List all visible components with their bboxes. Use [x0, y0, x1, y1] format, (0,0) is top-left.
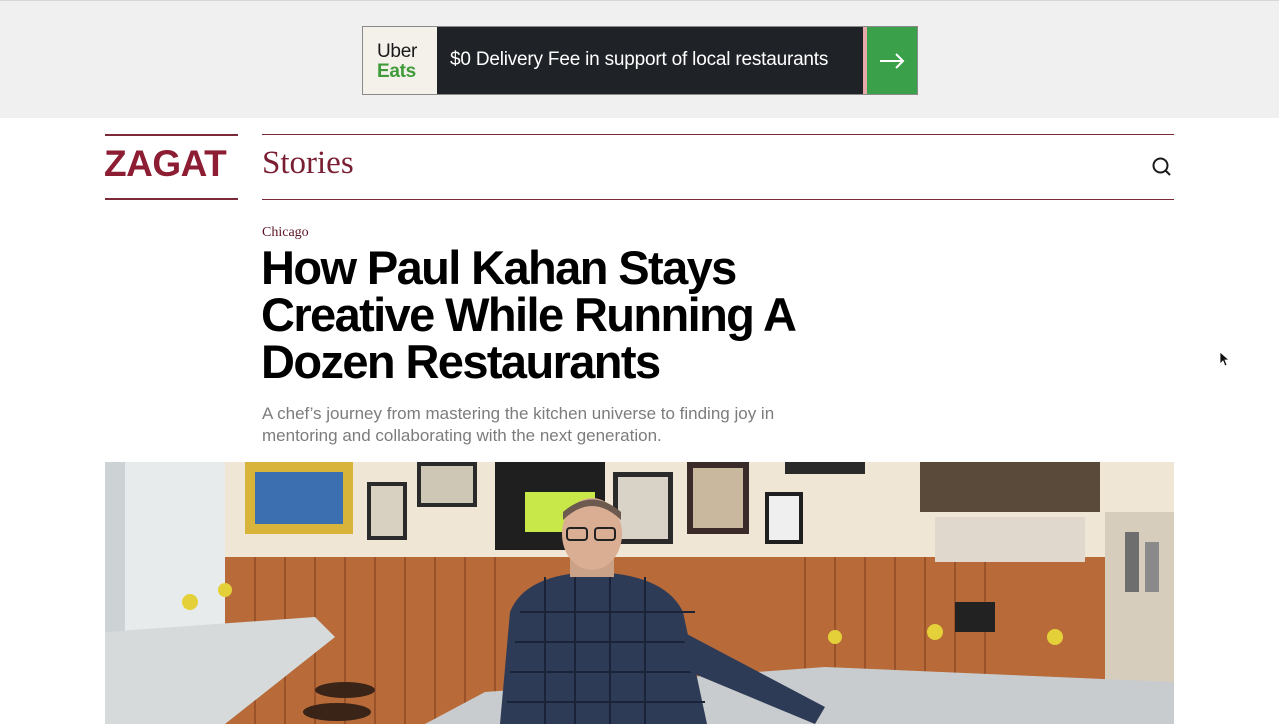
ad-brand-line1: Uber: [377, 41, 417, 62]
uber-eats-logo: Uber Eats: [363, 27, 437, 94]
stories-section-link[interactable]: Stories: [262, 145, 354, 182]
search-icon[interactable]: [1150, 155, 1174, 179]
logo-rule-bottom: [105, 198, 238, 200]
uber-eats-ad-banner[interactable]: Uber Eats $0 Delivery Fee in support of …: [362, 26, 918, 95]
nav-rule-bottom: [262, 199, 1174, 200]
mouse-cursor-icon: [1219, 351, 1231, 372]
logo-rule-top: [105, 134, 238, 136]
arrow-right-icon[interactable]: [867, 27, 917, 94]
article-kicker[interactable]: Chicago: [262, 225, 309, 241]
ad-text: $0 Delivery Fee in support of local rest…: [450, 49, 829, 70]
ad-strip: Uber Eats $0 Delivery Fee in support of …: [0, 0, 1279, 118]
ad-brand-line2: Eats: [377, 61, 416, 82]
hero-photo: [105, 462, 1174, 724]
zagat-logo[interactable]: ZAGAT: [104, 143, 227, 185]
article-headline: How Paul Kahan Stays Creative While Runn…: [261, 241, 795, 388]
nav-rule-top: [262, 134, 1174, 135]
article-dek: A chef’s journey from mastering the kitc…: [262, 404, 775, 445]
